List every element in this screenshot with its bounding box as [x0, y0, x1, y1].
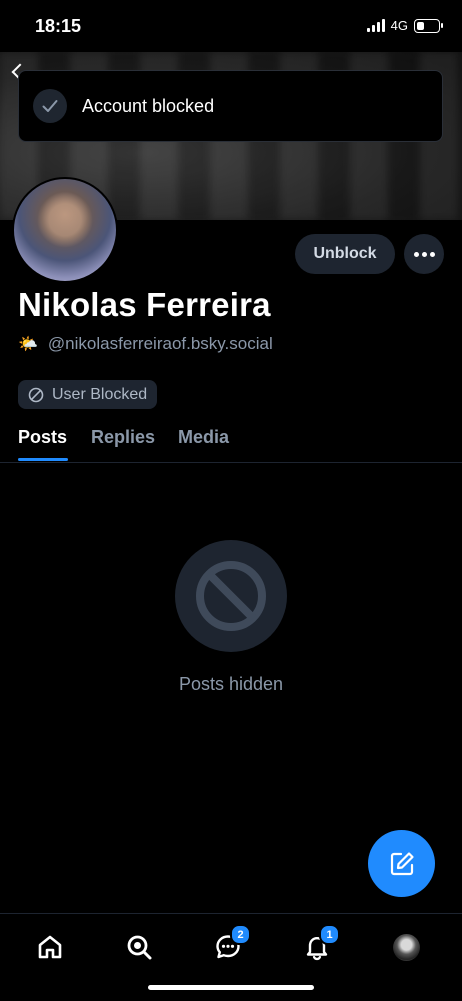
blocked-icon	[28, 387, 44, 402]
search-icon	[127, 935, 152, 960]
check-icon	[33, 89, 67, 123]
posts-hidden-message: Posts hidden	[178, 674, 284, 694]
status-indicators: 4G	[366, 18, 443, 33]
toast-message: Account blocked	[82, 95, 215, 116]
active-tab-indicator	[18, 458, 68, 461]
handle-emoji: 🌤️	[18, 336, 38, 353]
ellipsis-icon	[413, 251, 419, 257]
cellular-signal-icon	[366, 19, 385, 32]
nav-chat[interactable]: 2	[211, 924, 251, 964]
status-time: 18:15	[35, 16, 82, 36]
nav-search[interactable]	[122, 930, 156, 964]
posts-hidden-icon	[175, 540, 287, 652]
chat-badge: 2	[230, 924, 251, 945]
account-blocked-toast[interactable]: Account blocked	[18, 70, 443, 142]
profile-avatar[interactable]	[12, 177, 118, 283]
profile-handle-row: 🌤️ @nikolasferreiraof.bsky.social	[18, 334, 273, 354]
tab-replies[interactable]: Replies	[91, 427, 155, 448]
home-icon	[38, 935, 62, 959]
nav-notifications[interactable]: 1	[300, 924, 340, 964]
profile-avatar-small	[392, 933, 420, 961]
user-blocked-badge: User Blocked	[18, 380, 158, 409]
nav-home[interactable]	[33, 930, 67, 964]
compose-post-button[interactable]	[368, 830, 435, 897]
user-blocked-label: User Blocked	[52, 385, 148, 403]
profile-handle: @nikolasferreiraof.bsky.social	[47, 334, 273, 353]
status-bar: 18:15 4G	[0, 0, 462, 52]
network-type: 4G	[390, 18, 408, 33]
tab-posts[interactable]: Posts	[18, 427, 67, 448]
more-options-button[interactable]	[404, 234, 444, 274]
nav-profile[interactable]	[389, 930, 423, 964]
tab-media[interactable]: Media	[178, 427, 229, 448]
unblock-button[interactable]: Unblock	[295, 234, 395, 274]
profile-display-name: Nikolas Ferreira	[18, 286, 271, 323]
compose-icon	[390, 851, 414, 875]
home-indicator	[148, 985, 314, 990]
profile-tabs: Posts Replies Media	[0, 420, 462, 463]
battery-icon	[414, 18, 443, 33]
notifications-badge: 1	[319, 924, 340, 945]
